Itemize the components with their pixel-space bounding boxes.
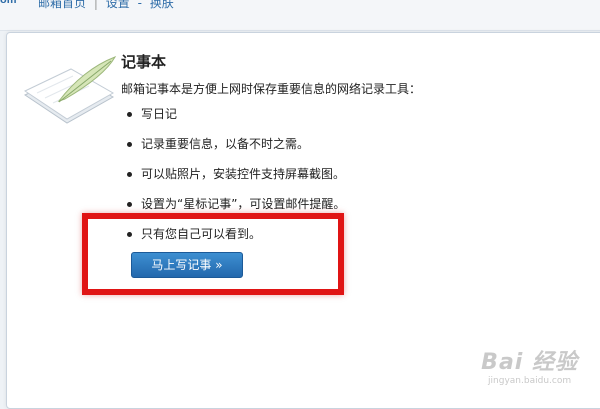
feature-text: 写日记 — [141, 107, 178, 121]
red-highlight-box — [82, 213, 344, 295]
notebook-description: 邮箱记事本是方便上网时保存重要信息的网络记录工具： — [121, 82, 422, 96]
notebook-quill-icon — [23, 56, 117, 124]
bullet-icon — [127, 112, 132, 117]
page-title: 记事本 — [121, 53, 167, 71]
top-bar: om 邮箱首页 | 设置 - 换肤 — [0, 0, 600, 31]
breadcrumb-separator: - — [137, 0, 142, 10]
list-item: 写日记 — [127, 105, 345, 135]
breadcrumb-skin[interactable]: 换肤 — [150, 0, 174, 10]
bullet-icon — [127, 172, 132, 177]
watermark-logo: Bai 经验 — [481, 350, 578, 375]
breadcrumb-mail-home[interactable]: 邮箱首页 — [38, 0, 86, 10]
feature-text: 记录重要信息，以备不时之需。 — [141, 137, 310, 151]
feature-text: 设置为“星标记事”，可设置邮件提醒。 — [141, 197, 346, 211]
watermark-url: jingyan.baidu.com — [488, 376, 572, 386]
bullet-icon — [127, 202, 132, 207]
bullet-icon — [127, 142, 132, 147]
list-item: 记录重要信息，以备不时之需。 — [127, 135, 345, 165]
breadcrumb: 邮箱首页 | 设置 - 换肤 — [38, 0, 178, 11]
breadcrumb-separator: | — [93, 0, 98, 10]
feature-text: 可以贴照片，安装控件支持屏幕截图。 — [141, 167, 346, 181]
list-item: 可以贴照片，安装控件支持屏幕截图。 — [127, 165, 345, 195]
baidu-jingyan-watermark: Bai 经验 jingyan.baidu.com — [481, 344, 578, 386]
brand-logo: om — [0, 0, 17, 6]
breadcrumb-settings[interactable]: 设置 — [106, 0, 130, 10]
